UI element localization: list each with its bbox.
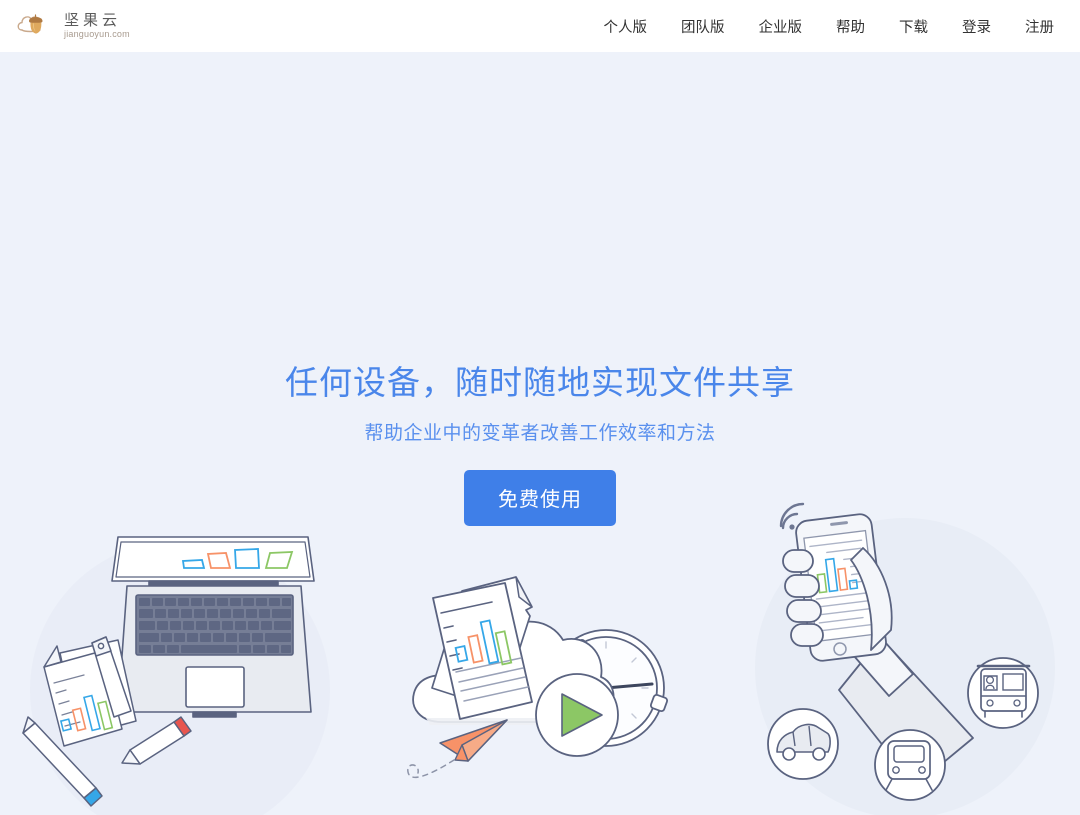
nav-item-enterprise[interactable]: 企业版 [759,16,803,37]
plane-trail [407,759,455,778]
nav-item-team[interactable]: 团队版 [681,16,725,37]
nav-item-personal[interactable]: 个人版 [604,16,648,37]
cloud-document-illustration [380,560,700,815]
nav-item-download[interactable]: 下载 [899,16,928,37]
site-logo[interactable]: 坚果云 jianguoyun.com [16,10,130,42]
play-button-icon [535,673,619,757]
train-icon [874,729,946,801]
free-trial-button[interactable]: 免费使用 [464,470,616,526]
logo-name-en: jianguoyun.com [64,29,130,39]
laptop-documents-illustration [8,515,353,815]
nav-item-help[interactable]: 帮助 [836,16,865,37]
bus-icon [967,657,1039,729]
hero-section: 任何设备，随时随地实现文件共享 帮助企业中的变革者改善工作效率和方法 免费使用 [0,52,1080,815]
nav-item-register[interactable]: 注册 [1025,16,1054,37]
logo-name-cn: 坚果云 [64,12,122,29]
hand-phone-transport-illustration [735,490,1075,815]
nav-item-login[interactable]: 登录 [962,16,991,37]
page-subtitle: 帮助企业中的变革者改善工作效率和方法 [364,423,716,444]
main-navigation: 个人版 团队版 企业版 帮助 下载 登录 注册 [604,16,1055,37]
site-header: 坚果云 jianguoyun.com 个人版 团队版 企业版 帮助 下载 登录 … [0,0,1080,52]
acorn-cloud-logo-icon [16,10,56,42]
car-icon [767,708,839,780]
paper-plane-icon [439,719,508,762]
page-title: 任何设备，随时随地实现文件共享 [285,364,795,401]
